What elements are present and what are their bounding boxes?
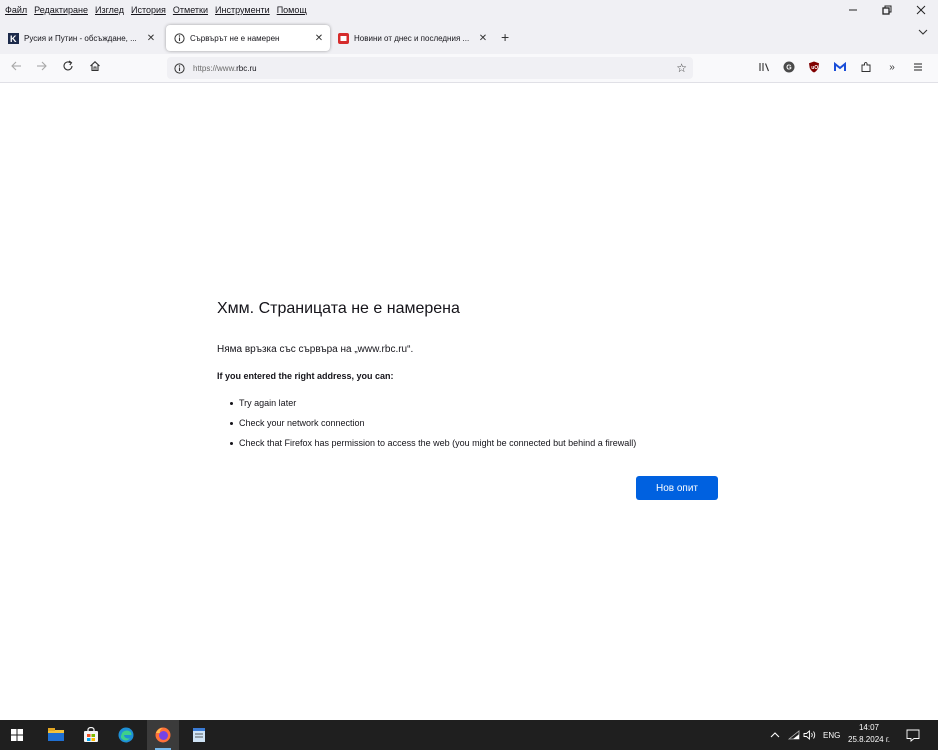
volume-button[interactable] [803,720,817,750]
firefox-button[interactable] [154,726,172,744]
library-button[interactable] [758,61,770,73]
tab-server-not-found[interactable]: Сървърът не е намерен ✕ [166,25,330,51]
forward-button[interactable] [36,60,48,75]
show-hidden-icons-button[interactable] [770,720,780,750]
tab-russia-putin[interactable]: K Русия и Путин - обсъждане, ... ✕ [0,25,162,51]
tab-strip: K Русия и Путин - обсъждане, ... ✕ Сървъ… [0,20,938,54]
close-window-button[interactable] [904,0,938,20]
overflow-menu-button[interactable]: » [886,61,898,73]
back-button[interactable] [10,60,22,75]
start-button[interactable] [8,726,26,744]
m-extension-icon [834,61,846,71]
store-button[interactable] [82,726,100,744]
error-page: Хмм. Страницата не е намерена Няма връзк… [217,300,727,448]
chevron-up-icon [770,732,780,738]
network-button[interactable] [788,720,800,750]
input-language-button[interactable]: ENG [823,720,840,750]
menu-bar: Файл Редактиране Изглед История Отметки … [0,0,938,20]
menu-edit[interactable]: Редактиране [34,5,88,15]
svg-text:uO: uO [811,65,818,71]
url-bar[interactable]: https://www.rbc.ru ☆ [167,57,693,79]
firefox-icon [155,727,171,743]
close-tab-icon[interactable]: ✕ [476,33,490,44]
tab-label: Новини от днес и последния ... [354,33,470,43]
extension-g-button[interactable]: G [783,61,795,73]
notepad-button[interactable] [190,726,208,744]
try-again-button[interactable]: Нов опит [636,476,718,500]
svg-text:K: K [10,34,17,44]
app-menu-button[interactable] [912,61,924,73]
wifi-icon [788,730,800,740]
taskbar: ENG 14:07 25.8.2024 г. [0,720,938,750]
close-icon [916,5,926,15]
url-text[interactable]: https://www.rbc.ru [193,64,257,73]
taskbar-clock[interactable]: 14:07 25.8.2024 г. [848,722,890,746]
bookmark-star-icon[interactable]: ☆ [676,61,687,75]
site-info-icon[interactable] [174,62,185,74]
svg-text:G: G [786,65,792,72]
url-host: rbc.ru [236,63,257,73]
menu-tools[interactable]: Инструменти [215,5,270,15]
mailvelope-button[interactable] [834,61,846,73]
list-item: Check your network connection [217,418,636,438]
clock-time: 14:07 [858,723,880,732]
reload-button[interactable] [62,60,74,75]
chevron-down-icon [918,29,928,35]
menu-view[interactable]: Изглед [95,5,124,15]
library-icon [759,63,770,72]
new-tab-button[interactable]: + [501,29,509,45]
folder-icon [48,728,64,741]
url-prefix: https://www. [193,63,237,73]
speaker-icon [803,730,816,740]
clock-date: 25.8.2024 г. [848,735,890,744]
list-item: Check that Firefox has permission to acc… [217,438,636,458]
close-tab-icon[interactable]: ✕ [312,33,326,44]
restore-button[interactable] [870,0,904,20]
info-icon [174,32,185,44]
forward-arrow-icon [37,61,47,71]
shield-icon: uO [809,61,819,73]
hamburger-icon [914,63,922,71]
reload-icon [63,60,73,71]
ublock-button[interactable]: uO [808,61,820,73]
extensions-button[interactable] [860,61,872,73]
restore-icon [882,5,892,15]
k-site-icon: K [8,32,19,44]
tab-label: Русия и Путин - обсъждане, ... [24,33,137,43]
menu-file[interactable]: Файл [5,5,27,15]
tab-label: Сървърът не е намерен [190,33,280,43]
list-item: Try again later [217,398,636,418]
close-tab-icon[interactable]: ✕ [144,33,158,44]
home-icon [90,61,100,72]
menu-history[interactable]: История [131,5,166,15]
navigation-toolbar: https://www.rbc.ru ☆ G uO » [0,54,938,83]
notifications-button[interactable] [906,720,920,750]
file-explorer-button[interactable] [47,726,65,744]
error-subtitle: If you entered the right address, you ca… [217,371,394,381]
minimize-button[interactable] [836,0,870,20]
list-all-tabs-button[interactable] [918,28,928,39]
windows-logo-icon [11,729,23,741]
news-site-icon [338,32,349,44]
minimize-icon [849,9,857,11]
menu-help[interactable]: Помощ [277,5,307,15]
notification-icon [906,729,920,742]
store-bag-icon [84,727,98,742]
error-short-description: Няма връзка със сървъра на „www.rbc.ru“. [217,344,414,355]
tab-news[interactable]: Новини от днес и последния ... ✕ [330,25,494,51]
menu-bookmarks[interactable]: Отметки [173,5,208,15]
edge-browser-icon [118,727,134,743]
puzzle-icon [861,62,871,72]
error-title: Хмм. Страницата не е намерена [217,300,460,317]
home-button[interactable] [89,60,101,75]
back-arrow-icon [11,61,21,71]
double-chevron-right-icon: » [889,61,895,73]
suggestion-list: Try again later Check your network conne… [217,398,636,458]
edge-button[interactable] [117,726,135,744]
g-extension-icon: G [783,61,795,73]
notepad-icon [193,728,205,742]
